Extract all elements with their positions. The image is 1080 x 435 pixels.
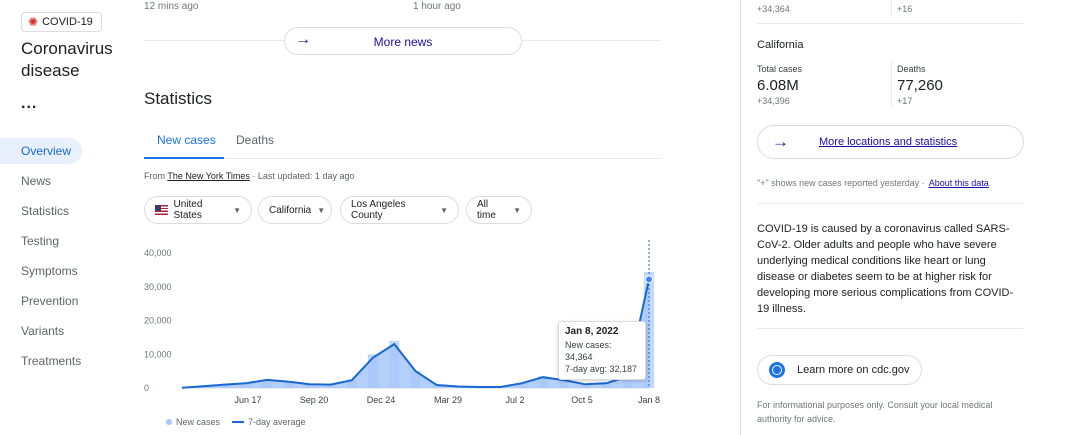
time-filter-label: All time [477,199,496,221]
legend-average: 7-day average [248,417,306,427]
sidebar-item-prevention[interactable]: Prevention [0,288,82,314]
sidebar-item-statistics[interactable]: Statistics [0,198,82,224]
source-line: From The New York Times · Last updated: … [144,171,354,181]
source-prefix: From [144,171,168,181]
sidebar-item-news[interactable]: News [0,168,82,194]
x-tick-label: Sep 20 [300,395,329,405]
statistics-heading: Statistics [144,89,213,108]
source-suffix: · Last updated: 1 day ago [249,171,355,181]
country-filter-label: United States [173,199,203,221]
legend-new-cases: New cases [176,417,221,427]
y-tick-label: 0 [144,383,149,393]
caret-down-icon: ▼ [317,205,326,215]
x-tick-label: Dec 24 [367,395,396,405]
y-tick-label: 40,000 [144,248,172,258]
sidebar-item-testing[interactable]: Testing [0,228,82,254]
time-filter[interactable]: All time ▼ [466,196,532,224]
caret-down-icon: ▼ [233,205,241,215]
tab-new-cases[interactable]: New cases [157,133,216,147]
deaths-delta: +17 [897,96,913,106]
news-time-right: 1 hour ago [413,1,461,12]
tooltip-new-cases: New cases: 34,364 [565,340,612,362]
disclaimer-text: For informational purposes only. Consult… [757,400,993,424]
tooltip-date: Jan 8, 2022 [565,326,619,337]
covid-description: COVID-19 is caused by a coronavirus call… [757,223,1014,315]
prev-deaths-delta: +16 [897,4,913,14]
y-tick-label: 20,000 [144,316,172,326]
x-axis: Jun 17 Sep 20 Dec 24 Mar 29 Jul 2 Oct 5 Jan 8 [234,395,660,405]
panel-divider [740,0,741,435]
more-news-label: More news [373,35,433,49]
page-title: Coronavirus disease [21,39,113,80]
caret-down-icon: ▼ [513,205,521,215]
country-filter[interactable]: United States ▼ [144,196,252,224]
x-tick-label: Oct 5 [571,395,593,405]
caret-down-icon: ▼ [440,205,448,215]
active-tab-indicator [144,157,224,159]
note-text: "+" shows new cases reported yesterday · [757,178,925,188]
x-tick-label: Jun 17 [234,395,261,405]
source-link[interactable]: The New York Times [167,171,250,181]
prev-cases-delta: +34,364 [757,4,790,14]
y-tick-label: 10,000 [144,349,172,359]
tooltip-avg: 7-day avg: 32,187 [565,364,638,374]
state-filter[interactable]: California ▼ [258,196,332,224]
chart-legend: New cases 7-day average [166,417,306,427]
about-data-link[interactable]: About this data [929,178,989,188]
x-tick-label: Mar 29 [434,395,462,405]
more-locations-label: More locations and statistics [819,136,958,148]
total-cases-label: Total cases [757,64,803,74]
total-cases-delta: +34,396 [757,96,790,106]
location-title: California [757,39,804,51]
legend-dot-icon [166,419,172,425]
county-filter[interactable]: Los Angeles County ▼ [340,196,459,224]
more-news-button[interactable]: → More news [284,27,522,55]
column-divider [891,0,892,16]
column-divider [891,62,892,106]
sidebar-item-variants[interactable]: Variants [0,318,82,344]
hover-point [645,275,653,284]
sidebar-item-symptoms[interactable]: Symptoms [0,258,82,284]
cdc-link-button[interactable]: Learn more on cdc.gov [757,355,922,385]
news-time-left: 12 mins ago [144,1,199,12]
cdc-link-label: Learn more on cdc.gov [797,364,910,376]
divider [757,23,1023,24]
more-locations-button[interactable]: → More locations and statistics [757,125,1024,159]
state-filter-label: California [269,204,312,216]
covid-topic-chip[interactable]: ✺ COVID-19 [21,12,102,32]
x-tick-label: Jul 2 [505,395,524,405]
chart-tooltip: Jan 8, 2022 New cases: 34,364 7-day avg:… [558,321,646,380]
y-tick-label: 30,000 [144,282,172,292]
deaths-label: Deaths [897,64,926,74]
county-filter-label: Los Angeles County [351,199,406,221]
data-note: "+" shows new cases reported yesterday ·… [757,178,989,188]
arrow-right-icon: → [772,132,789,151]
total-cases-value: 6.08M [757,77,799,94]
more-options-button[interactable]: ... [21,95,37,113]
deaths-value: 77,260 [897,77,943,94]
virus-icon: ✺ [28,15,39,29]
divider [757,203,1023,204]
tab-deaths[interactable]: Deaths [236,133,274,147]
x-tick-label: Jan 8 [638,395,660,405]
legend-line-icon [232,421,245,423]
sidebar-item-treatments[interactable]: Treatments [0,348,82,374]
globe-icon [769,362,785,378]
sidebar-item-overview[interactable]: Overview [0,138,82,164]
us-flag-icon [155,205,168,215]
covid-chip-label: COVID-19 [42,16,93,28]
divider [757,328,1023,329]
